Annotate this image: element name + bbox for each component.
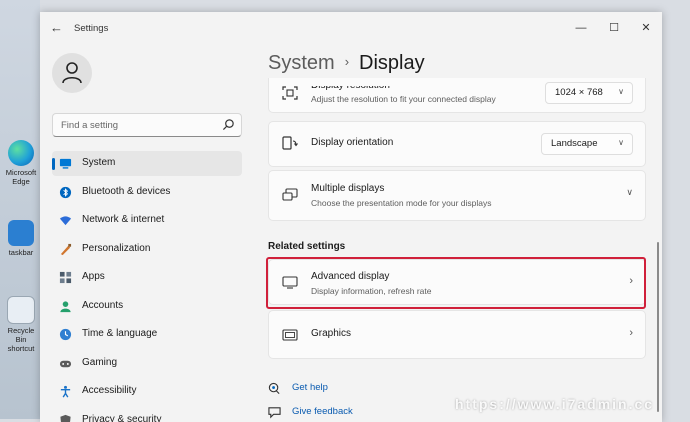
feedback-icon: [268, 406, 281, 419]
recycle-bin-icon: [7, 296, 35, 324]
search-icon[interactable]: [222, 118, 235, 131]
sidebar-item-privacy-security[interactable]: Privacy & security: [52, 408, 242, 422]
user-icon: [62, 62, 82, 84]
link-label: Give feedback: [292, 406, 353, 417]
back-arrow-icon[interactable]: ←: [50, 21, 64, 35]
window-title: Settings: [74, 23, 108, 34]
shield-icon: [59, 414, 72, 422]
time-icon: [59, 328, 72, 341]
chevron-down-icon[interactable]: ∨: [626, 187, 633, 198]
multiple-displays-icon: [282, 188, 298, 202]
search-box[interactable]: [52, 113, 242, 137]
help-icon: [268, 382, 281, 395]
sidebar-item-label: Bluetooth & devices: [82, 186, 170, 197]
bluetooth-icon: [59, 186, 72, 199]
card-title: Graphics: [311, 328, 351, 339]
resolution-icon: [282, 86, 298, 100]
dropdown-value: 1024 × 768: [555, 87, 603, 98]
card-subtitle: Adjust the resolution to fit your connec…: [311, 94, 496, 104]
sidebar-item-personalization[interactable]: Personalization: [52, 237, 242, 262]
accounts-icon: [59, 300, 72, 313]
card-display-orientation[interactable]: Display orientation Landscape ∨: [268, 121, 646, 167]
sidebar-item-apps[interactable]: Apps: [52, 265, 242, 290]
card-graphics[interactable]: Graphics ›: [268, 310, 646, 359]
app-icon: [8, 220, 34, 246]
sidebar-item-label: Privacy & security: [82, 414, 161, 422]
chevron-right-icon: ›: [629, 275, 633, 287]
breadcrumb-parent[interactable]: System: [268, 52, 335, 74]
edge-icon: [8, 140, 34, 166]
card-title: Advanced display: [311, 271, 389, 282]
desktop-icon-label: taskbar: [9, 248, 34, 257]
link-label: Get help: [292, 382, 328, 393]
sidebar-item-system[interactable]: System: [52, 151, 242, 176]
maximize-button[interactable]: ☐: [599, 18, 629, 38]
chevron-down-icon: ∨: [618, 87, 624, 96]
settings-window: ← Settings — ☐ ✕ System Bluetooth & devi…: [40, 12, 662, 422]
chevron-right-icon: ›: [629, 327, 633, 339]
sidebar-item-accessibility[interactable]: Accessibility: [52, 379, 242, 404]
sidebar-item-label: Apps: [82, 271, 105, 282]
desktop-icon-label: Recycle Bin shortcut: [8, 326, 35, 353]
sidebar-item-label: Gaming: [82, 357, 117, 368]
system-icon: [59, 157, 72, 170]
sidebar-item-accounts[interactable]: Accounts: [52, 294, 242, 319]
orientation-icon: [282, 136, 298, 150]
card-title: Multiple displays: [311, 183, 384, 194]
sidebar-item-label: Accessibility: [82, 385, 136, 396]
monitor-icon: [282, 275, 298, 289]
sidebar-item-label: Time & language: [82, 328, 157, 339]
card-multiple-displays[interactable]: Multiple displays Choose the presentatio…: [268, 170, 646, 221]
graphics-icon: [282, 328, 298, 342]
desktop-icon-edge[interactable]: Microsoft Edge: [2, 140, 40, 186]
avatar[interactable]: [52, 53, 92, 93]
desktop-icon-recycle-bin[interactable]: Recycle Bin shortcut: [2, 296, 40, 353]
minimize-button[interactable]: —: [566, 18, 596, 38]
card-advanced-display[interactable]: Advanced display Display information, re…: [268, 259, 646, 305]
card-title: Display resolution: [311, 80, 390, 91]
search-input[interactable]: [59, 117, 223, 134]
sidebar-item-label: System: [82, 157, 115, 168]
resolution-dropdown[interactable]: 1024 × 768 ∨: [545, 82, 633, 104]
gaming-icon: [59, 357, 72, 370]
card-display-resolution[interactable]: Display resolution Adjust the resolution…: [268, 78, 646, 113]
orientation-dropdown[interactable]: Landscape ∨: [541, 133, 633, 155]
card-subtitle: Choose the presentation mode for your di…: [311, 198, 492, 208]
title-bar: ← Settings — ☐ ✕: [40, 12, 662, 44]
desktop-icon-app[interactable]: taskbar: [2, 220, 40, 257]
card-title: Display orientation: [311, 137, 393, 148]
desktop-background: Microsoft Edge taskbar Recycle Bin short…: [0, 0, 40, 419]
sidebar-item-label: Personalization: [82, 243, 150, 254]
sidebar-item-network[interactable]: Network & internet: [52, 208, 242, 233]
desktop-icon-label: Microsoft Edge: [6, 168, 36, 186]
sidebar-nav: System Bluetooth & devices Network & int…: [52, 151, 242, 422]
wifi-icon: [59, 214, 72, 227]
sidebar-item-label: Accounts: [82, 300, 123, 311]
close-button[interactable]: ✕: [631, 18, 661, 38]
chevron-down-icon: ∨: [618, 138, 624, 147]
accessibility-icon: [59, 385, 72, 398]
sidebar-item-label: Network & internet: [82, 214, 164, 225]
section-title-related-settings: Related settings: [268, 241, 345, 252]
dropdown-value: Landscape: [551, 138, 597, 149]
card-subtitle: Display information, refresh rate: [311, 286, 431, 296]
page-title: Display: [359, 52, 425, 74]
sidebar-item-time-language[interactable]: Time & language: [52, 322, 242, 347]
breadcrumb-separator: ›: [345, 54, 349, 69]
watermark-text: https://www.i7admin.cc: [455, 396, 654, 412]
apps-icon: [59, 271, 72, 284]
scrollbar[interactable]: [657, 242, 659, 412]
sidebar-item-bluetooth[interactable]: Bluetooth & devices: [52, 180, 242, 205]
sidebar-item-gaming[interactable]: Gaming: [52, 351, 242, 376]
brush-icon: [59, 243, 72, 256]
